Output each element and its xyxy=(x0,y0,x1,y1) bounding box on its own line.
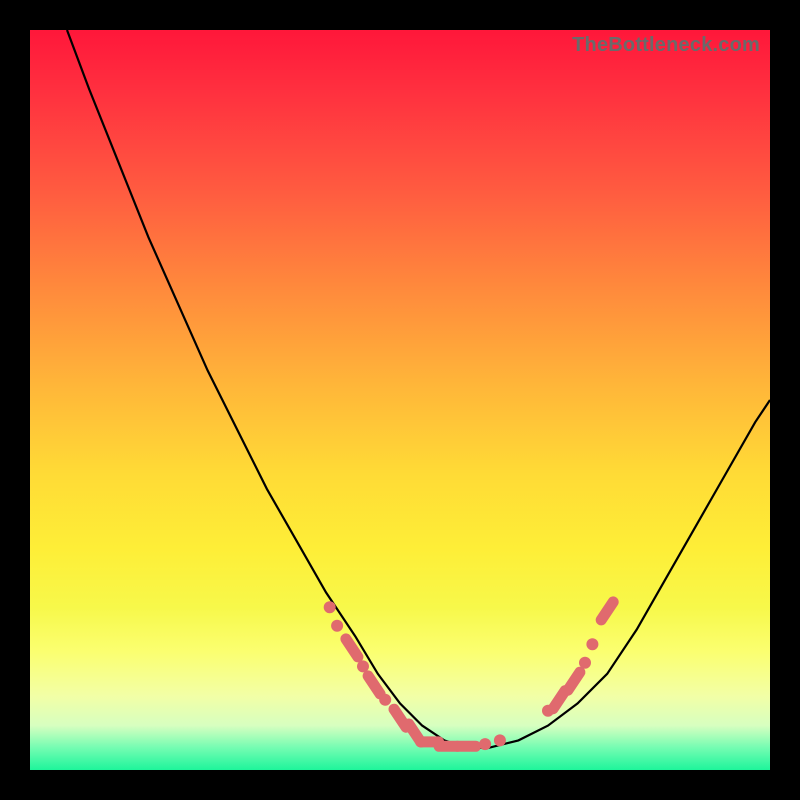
marker-dot-icon xyxy=(331,620,343,632)
marker-dot-icon xyxy=(324,601,336,613)
marker-dot-icon xyxy=(586,638,598,650)
bottleneck-plot xyxy=(30,30,770,770)
marker-dash-icon xyxy=(346,639,358,657)
chart-frame: TheBottleneck.com xyxy=(30,30,770,770)
marker-dash-icon xyxy=(568,672,580,690)
marker-dash-icon xyxy=(553,691,565,709)
curve-markers xyxy=(324,601,614,750)
marker-dash-icon xyxy=(601,602,613,620)
marker-dot-icon xyxy=(379,694,391,706)
marker-dot-icon xyxy=(479,738,491,750)
marker-dot-icon xyxy=(579,657,591,669)
marker-dot-icon xyxy=(494,734,506,746)
bottleneck-curve-icon xyxy=(67,30,770,748)
marker-dash-icon xyxy=(368,676,380,694)
